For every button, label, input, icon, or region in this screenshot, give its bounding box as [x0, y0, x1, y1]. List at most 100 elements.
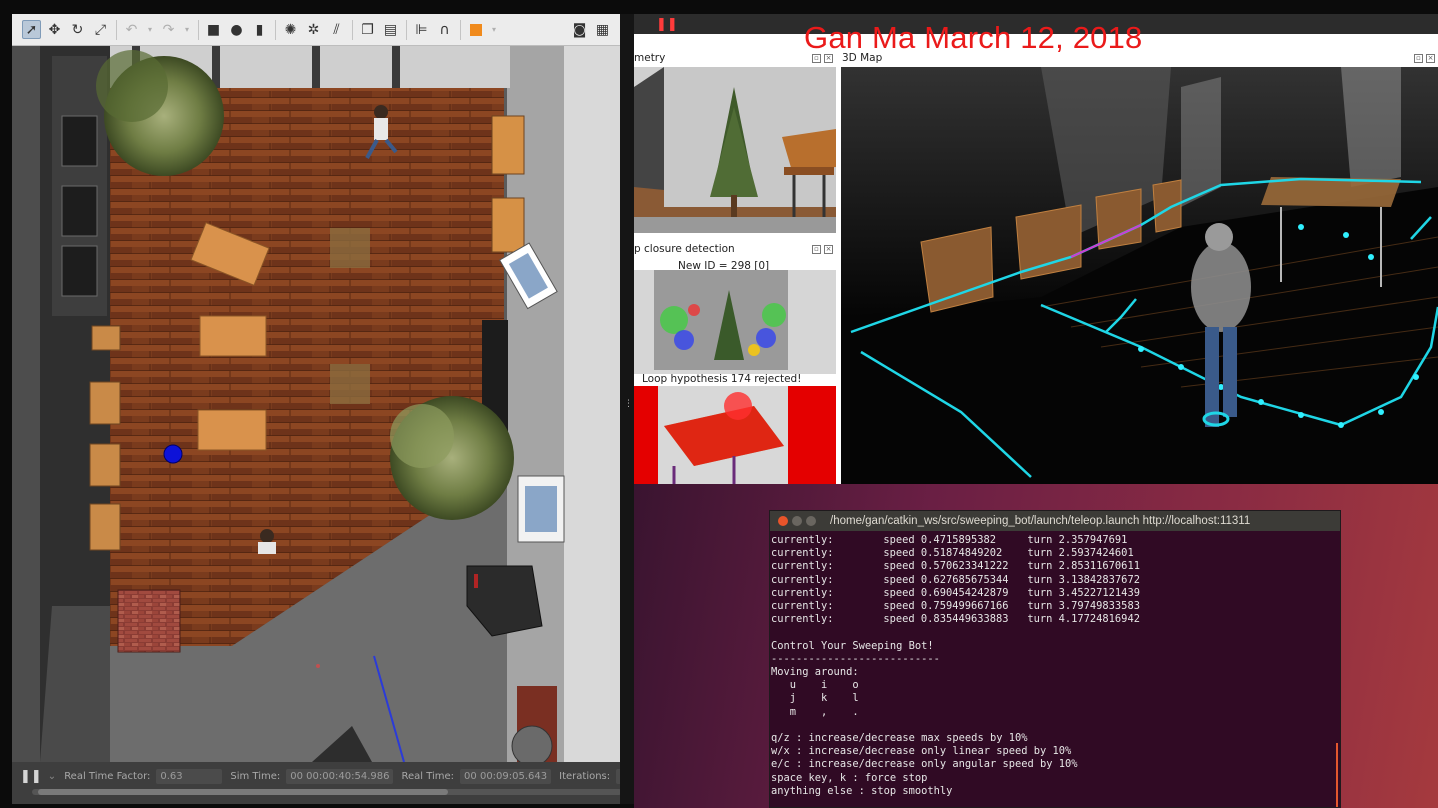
toolbar-divider: [460, 19, 461, 40]
rotate-icon[interactable]: ↻: [68, 20, 87, 39]
directional-light-icon[interactable]: ⫽: [327, 20, 346, 39]
undo-dropdown-icon[interactable]: ▾: [145, 20, 155, 39]
panel-close-icon[interactable]: ×: [824, 54, 833, 63]
help-line: w/x : increase/decrease only linear spee…: [771, 745, 1072, 758]
step-icon[interactable]: ⌄: [48, 771, 56, 782]
copy-icon[interactable]: ❐: [358, 20, 377, 39]
hypothesis-text: Loop hypothesis 174 rejected!: [642, 373, 802, 385]
panel-close-icon[interactable]: ×: [1426, 54, 1435, 63]
speed-row: currently: speed 0.51874849202 turn 2.593742…: [771, 547, 1140, 560]
scrollbar-thumb[interactable]: [38, 789, 448, 795]
divider-line: ---------------------------: [771, 652, 940, 665]
color-dropdown-icon[interactable]: ▾: [489, 20, 499, 39]
keys-row: m , .: [771, 705, 859, 718]
screenshot-icon[interactable]: ◙: [570, 20, 589, 39]
record-icon[interactable]: ▦: [593, 20, 612, 39]
box-icon[interactable]: ■: [204, 20, 223, 39]
speed-row-label: currently:: [771, 573, 834, 586]
rtf-value: 0.63: [156, 769, 223, 784]
speed-row: currently: speed 0.627685675344 turn 3.13842…: [771, 574, 1140, 587]
speed-word: speed: [883, 613, 915, 626]
sim-time-value: 00 00:00:40:54.986: [286, 769, 394, 784]
turn-word: turn: [1027, 586, 1053, 599]
watermark-text: Gan Ma March 12, 2018: [804, 20, 1143, 55]
speed-value: 0.627685675344: [920, 573, 1009, 586]
magnet-icon[interactable]: ∩: [435, 20, 454, 39]
terminal-scrollbar[interactable]: [1336, 743, 1338, 807]
panel-close-icon[interactable]: ×: [824, 245, 833, 254]
close-window-icon[interactable]: [778, 516, 788, 526]
loop-hypothesis-view: [634, 386, 836, 484]
pause-icon[interactable]: ❚❚: [20, 769, 42, 784]
gazebo-3d-scene[interactable]: [12, 46, 620, 762]
keys-row: u i o: [771, 679, 859, 692]
terminal-title: /home/gan/catkin_ws/src/sweeping_bot/lau…: [830, 515, 1251, 527]
loop-closure-view: [634, 270, 836, 374]
cylinder-icon[interactable]: ▮: [250, 20, 269, 39]
horizontal-scrollbar[interactable]: [32, 789, 622, 795]
real-time-value: 00 00:09:05.643: [460, 769, 552, 784]
odometry-view: [634, 67, 836, 233]
spot-light-icon[interactable]: ✲: [304, 20, 323, 39]
undo-icon[interactable]: ↶: [122, 20, 141, 39]
select-arrow-icon[interactable]: ➚: [22, 20, 41, 39]
panel-float-icon[interactable]: ▫: [812, 54, 821, 63]
redo-icon[interactable]: ↷: [159, 20, 178, 39]
splitter-handle-icon[interactable]: ⋮: [624, 399, 633, 409]
minimize-window-icon[interactable]: [792, 516, 802, 526]
loop-panel-label: p closure detection: [634, 243, 735, 255]
speed-row-label: currently:: [771, 586, 834, 599]
speed-row-label: currently:: [771, 600, 834, 613]
speed-value: 0.835449633883: [920, 613, 1009, 626]
sphere-icon[interactable]: ●: [227, 20, 246, 39]
point-light-icon[interactable]: ✺: [281, 20, 300, 39]
toolbar-divider: [198, 19, 199, 40]
turn-word: turn: [1027, 573, 1053, 586]
odometry-panel-label: metry: [634, 52, 666, 64]
color-icon[interactable]: [466, 20, 485, 39]
help-line: q/z : increase/decrease max speeds by 10…: [771, 732, 1028, 745]
maximize-window-icon[interactable]: [806, 516, 816, 526]
turn-value: 3.79749833583: [1058, 600, 1140, 613]
scale-icon[interactable]: ⤢: [91, 20, 110, 39]
redo-dropdown-icon[interactable]: ▾: [182, 20, 192, 39]
translate-icon[interactable]: ✥: [45, 20, 64, 39]
speed-word: speed: [883, 560, 915, 573]
turn-word: turn: [1027, 547, 1053, 560]
speed-word: speed: [883, 534, 915, 546]
panel-float-icon[interactable]: ▫: [812, 245, 821, 254]
speed-row: currently: speed 0.759499667166 turn 3.79749…: [771, 600, 1140, 613]
help-line: e/c : increase/decrease only angular spe…: [771, 758, 1078, 771]
speed-value: 0.51874849202: [920, 547, 1003, 560]
paste-icon[interactable]: ▤: [381, 20, 400, 39]
turn-value: 2.357947691: [1058, 534, 1128, 546]
speed-row-label: currently:: [771, 534, 834, 546]
panel-float-icon[interactable]: ▫: [1414, 54, 1423, 63]
toolbar-divider: [406, 19, 407, 40]
speed-word: speed: [883, 600, 915, 613]
speed-row: currently: speed 0.570623341222 turn 2.85311…: [771, 560, 1140, 573]
turn-value: 4.17724816942: [1058, 613, 1140, 626]
map3d-view[interactable]: [841, 67, 1438, 484]
rtf-label: Real Time Factor:: [64, 771, 151, 782]
keys-row: j k l: [771, 692, 859, 705]
speed-row-label: currently:: [771, 560, 834, 573]
moving-label: Moving around:: [771, 666, 859, 679]
speed-value: 0.690454242879: [920, 586, 1009, 599]
speed-word: speed: [883, 586, 915, 599]
real-time-label: Real Time:: [401, 771, 455, 782]
speed-row: currently: speed 0.4715895382 turn 2.3579476…: [771, 534, 1140, 547]
speed-row-label: currently:: [771, 613, 834, 626]
turn-word: turn: [1027, 600, 1053, 613]
speed-value: 0.759499667166: [920, 600, 1009, 613]
terminal-window[interactable]: /home/gan/catkin_ws/src/sweeping_bot/lau…: [769, 510, 1341, 808]
gazebo-toolbar: ➚ ✥ ↻ ⤢ ↶ ▾ ↷ ▾ ■ ● ▮ ✺ ✲ ⫽ ❐ ▤ ⊫ ∩ ▾ ◙ …: [12, 14, 620, 46]
turn-value: 2.85311670611: [1058, 560, 1140, 573]
window-splitter[interactable]: ⋮: [620, 14, 634, 804]
align-icon[interactable]: ⊫: [412, 20, 431, 39]
stop-icon[interactable]: ❚❚: [656, 17, 678, 32]
speed-value: 0.570623341222: [920, 560, 1009, 573]
control-title: Control Your Sweeping Bot!: [771, 639, 934, 652]
terminal-titlebar: /home/gan/catkin_ws/src/sweeping_bot/lau…: [770, 511, 1340, 531]
rtabmap-window: ❚❚ Gan Ma March 12, 2018 metry ▫ × 3D Ma…: [634, 14, 1438, 484]
